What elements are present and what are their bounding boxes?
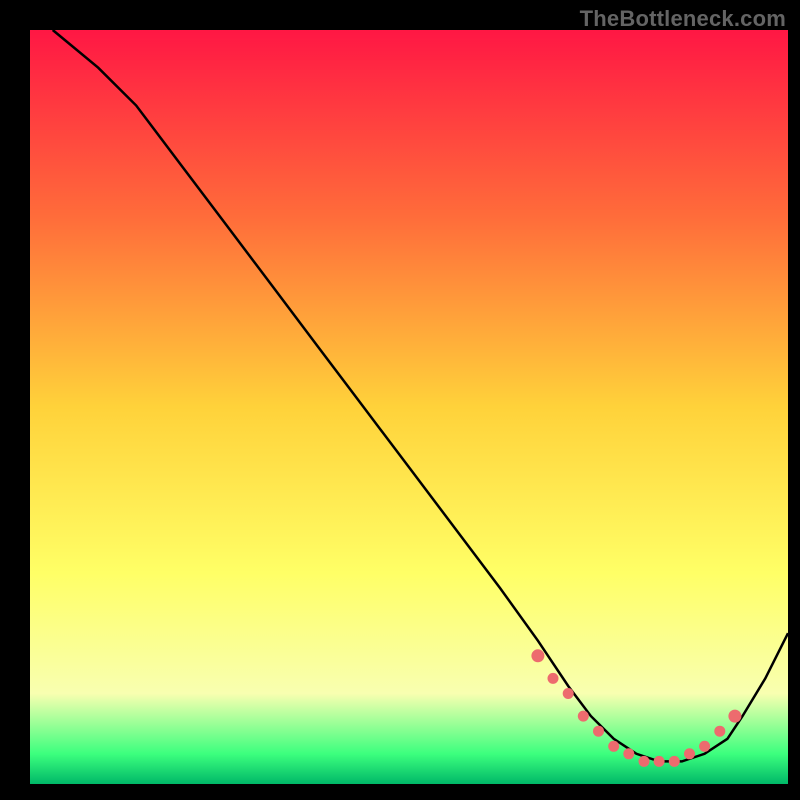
- watermark-text: TheBottleneck.com: [580, 6, 786, 32]
- marker-dot: [728, 710, 741, 723]
- marker-dot: [593, 726, 604, 737]
- marker-dot: [531, 649, 544, 662]
- chart-container: TheBottleneck.com: [0, 0, 800, 800]
- marker-dot: [669, 756, 680, 767]
- marker-dot: [654, 756, 665, 767]
- marker-dot: [639, 756, 650, 767]
- plot-background: [30, 30, 788, 784]
- marker-dot: [563, 688, 574, 699]
- marker-dot: [608, 741, 619, 752]
- marker-dot: [548, 673, 559, 684]
- marker-dot: [699, 741, 710, 752]
- marker-dot: [714, 726, 725, 737]
- chart-svg: [0, 0, 800, 800]
- marker-dot: [684, 748, 695, 759]
- marker-dot: [623, 748, 634, 759]
- marker-dot: [578, 711, 589, 722]
